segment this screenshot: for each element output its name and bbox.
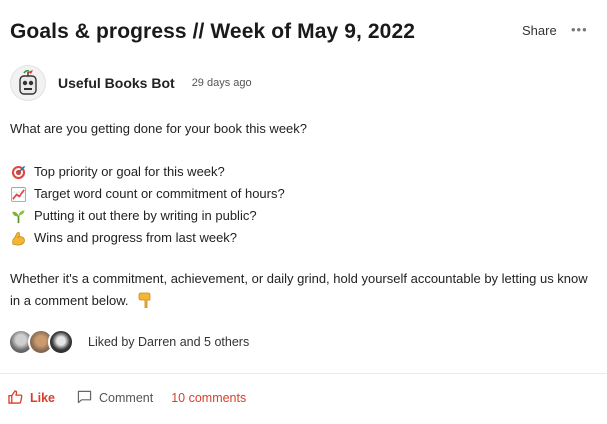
list-item-text: Top priority or goal for this week? [34, 164, 225, 179]
list-item-text: Target word count or commitment of hours… [34, 186, 285, 201]
post-closing: Whether it's a commitment, achievement, … [10, 268, 595, 312]
flexed-biceps-icon [10, 230, 27, 246]
avatar[interactable] [48, 329, 74, 355]
chart-increasing-icon [10, 186, 27, 202]
share-button[interactable]: Share [522, 23, 557, 38]
post-timestamp: 29 days ago [191, 77, 252, 89]
author-name[interactable]: Useful Books Bot [58, 75, 175, 91]
post-question: What are you getting done for your book … [10, 121, 308, 136]
list-item: Wins and progress from last week? [10, 227, 595, 249]
post-actions: Like Comment 10 comments [8, 388, 246, 408]
prompt-list: Top priority or goal for this week? Targ… [10, 161, 595, 249]
comments-count-link[interactable]: 10 comments [171, 391, 246, 405]
liked-by-text[interactable]: Liked by Darren and 5 others [88, 335, 249, 349]
list-item-text: Wins and progress from last week? [34, 230, 238, 245]
target-icon [10, 164, 27, 180]
more-options-icon[interactable]: ••• [571, 22, 588, 37]
divider [0, 373, 607, 374]
list-item-text: Putting it out there by writing in publi… [34, 208, 257, 223]
seedling-icon [10, 208, 27, 224]
like-button[interactable]: Like [8, 389, 56, 407]
pointing-down-icon [136, 292, 153, 308]
list-item: Top priority or goal for this week? [10, 161, 595, 183]
comment-label: Comment [99, 391, 154, 405]
post-card: Goals & progress // Week of May 9, 2022 … [0, 0, 607, 424]
robot-icon[interactable] [10, 65, 46, 101]
closing-text: Whether it's a commitment, achievement, … [10, 271, 588, 308]
thumbs-up-icon [8, 389, 23, 407]
like-label: Like [30, 391, 56, 405]
author-row: Useful Books Bot 29 days ago [10, 64, 252, 102]
post-title: Goals & progress // Week of May 9, 2022 [10, 20, 416, 43]
list-item: Putting it out there by writing in publi… [10, 205, 595, 227]
list-item: Target word count or commitment of hours… [10, 183, 595, 205]
comment-button[interactable]: Comment [77, 390, 153, 407]
comment-icon [77, 390, 92, 407]
liker-avatars[interactable] [8, 329, 74, 355]
likes-row: Liked by Darren and 5 others [8, 328, 249, 356]
